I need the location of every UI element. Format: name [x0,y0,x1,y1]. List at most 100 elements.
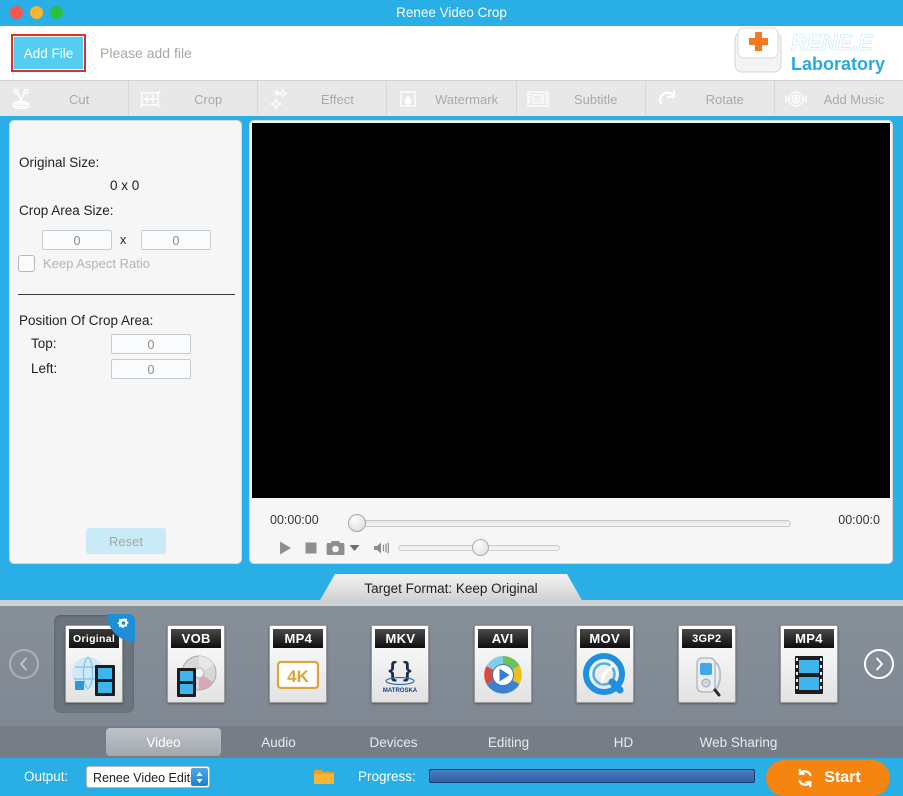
carousel-prev-button[interactable] [9,649,39,679]
film-strip-icon [784,651,834,699]
snapshot-button[interactable] [324,537,346,559]
start-label: Start [824,769,861,786]
original-size-label: Original Size: [19,155,100,170]
player-controls [250,535,894,563]
stars-icon [266,86,292,112]
seek-slider-thumb[interactable] [348,514,366,532]
brand-logo: RENE.E Laboratory [729,10,899,80]
toolbar-label: Add Music [823,91,885,107]
top-label: Top: [31,336,57,351]
browse-folder-button[interactable] [313,767,335,787]
category-tab-hd[interactable]: HD [566,728,681,756]
format-tile-3gp2[interactable]: 3GP2 [667,615,747,713]
format-card: AVI [473,625,532,703]
edit-toolbar: Cut Crop Effect Watermark SUB Subtitle R… [0,80,903,117]
category-tab-audio[interactable]: Audio [221,728,336,756]
globe-film-icon [69,651,119,699]
play-button[interactable] [274,537,296,559]
format-category-tabs: Video Audio Devices Editing HD Web Shari… [0,726,903,758]
format-card-label: MKV [375,629,426,648]
add-file-button[interactable]: Add File [11,34,86,72]
total-time-label: 00:00:0 [838,513,880,527]
svg-text:4K: 4K [287,667,309,686]
category-tab-web-sharing[interactable]: Web Sharing [681,728,796,756]
main-area: Original Size: 0 x 0 Crop Area Size: 0 x… [0,116,903,572]
toolbar-label: Watermark [434,91,499,107]
format-tile-original[interactable]: Original [54,614,136,713]
toolbar-item-crop[interactable]: Crop [129,81,259,117]
toolbar-item-add-music[interactable]: Add Music [775,81,903,117]
format-tile-mp4[interactable]: MP4 [769,615,849,713]
top-input[interactable]: 0 [111,334,191,354]
scissors-icon [8,86,34,112]
keep-aspect-ratio-label: Keep Aspect Ratio [43,256,150,271]
color-wheel-play-icon [478,651,528,699]
seek-row: 00:00:00 00:00:0 [250,509,894,537]
video-preview-screen[interactable] [252,123,890,498]
format-tile-vob[interactable]: VOB [156,615,236,713]
reset-button[interactable]: Reset [86,528,166,554]
toolbar-item-cut[interactable]: Cut [0,81,130,117]
category-tab-editing[interactable]: Editing [451,728,566,756]
output-select[interactable]: Renee Video Editor [86,766,210,788]
toolbar-label: Effect [320,91,354,107]
crop-height-input[interactable]: 0 [141,230,211,250]
format-card: MKV { } MATROSKA [371,625,430,703]
panel-divider [18,294,235,295]
toolbar-label: Cut [68,91,90,107]
keep-aspect-ratio-checkbox[interactable] [18,255,35,272]
seek-slider-track[interactable] [355,520,791,527]
format-card: MP4 4K [269,625,328,703]
matroska-subtext: MATROSKA [383,688,418,694]
refresh-icon [798,768,812,788]
format-tile-avi[interactable]: AVI [463,615,543,713]
toolbar-label: Subtitle [573,91,618,107]
file-header: Add File Please add file RENE.E Laborato… [0,26,903,80]
volume-slider-thumb[interactable] [472,539,489,556]
format-tile-mkv[interactable]: MKV { } MATROSKA [360,615,440,713]
chevron-right-icon [876,657,883,671]
subtitle-film-icon: SUB [525,86,551,112]
toolbar-item-subtitle[interactable]: SUB Subtitle [517,81,646,117]
carousel-next-button[interactable] [864,649,894,679]
toolbar-item-rotate[interactable]: Rotate [646,81,775,117]
file-path-placeholder: Please add file [100,45,192,61]
caret-down-icon[interactable] [347,537,361,559]
svg-text:Laboratory: Laboratory [791,54,885,74]
category-tab-video[interactable]: Video [106,728,221,756]
position-of-crop-area-label: Position Of Crop Area: [19,313,154,328]
format-settings-badge[interactable] [107,614,136,642]
volume-icon[interactable] [371,537,393,559]
mobile-phone-icon [682,651,732,699]
rotate-icon [654,86,680,112]
start-button[interactable]: Start [766,760,890,796]
format-tile-list: Original VOB MP4 4K MKV {} MATROSKA AVI… [39,614,864,713]
format-card-label: AVI [477,629,528,648]
format-card-label: VOB [171,629,222,648]
progress-bar [429,769,755,783]
output-stepper-icon[interactable] [191,768,208,786]
left-input[interactable]: 0 [111,359,191,379]
progress-label: Progress: [358,769,416,784]
stop-button[interactable] [300,537,322,559]
format-tile-mp4-4k[interactable]: MP4 4K [258,615,338,713]
toolbar-item-watermark[interactable]: Watermark [387,81,517,117]
crop-settings-panel: Original Size: 0 x 0 Crop Area Size: 0 x… [9,120,242,564]
toolbar-item-effect[interactable]: Effect [258,81,388,117]
output-value: Renee Video Editor [93,771,202,785]
add-file-label: Add File [14,37,83,69]
category-tab-devices[interactable]: Devices [336,728,451,756]
format-tile-mov[interactable]: MOV [565,615,645,713]
original-size-value: 0 x 0 [110,178,140,193]
left-label: Left: [31,361,58,376]
current-time-label: 00:00:00 [270,513,319,527]
target-format-tab[interactable]: Target Format: Keep Original [319,574,583,602]
format-card: VOB [167,625,226,703]
crop-width-input[interactable]: 0 [42,230,112,250]
crop-area-size-label: Crop Area Size: [19,203,114,218]
video-player-panel: 00:00:00 00:00:0 [249,120,893,564]
gear-icon [117,618,129,628]
speaker-waves-icon [783,86,809,112]
disc-film-icon [171,651,221,699]
format-card: MOV [575,625,634,703]
